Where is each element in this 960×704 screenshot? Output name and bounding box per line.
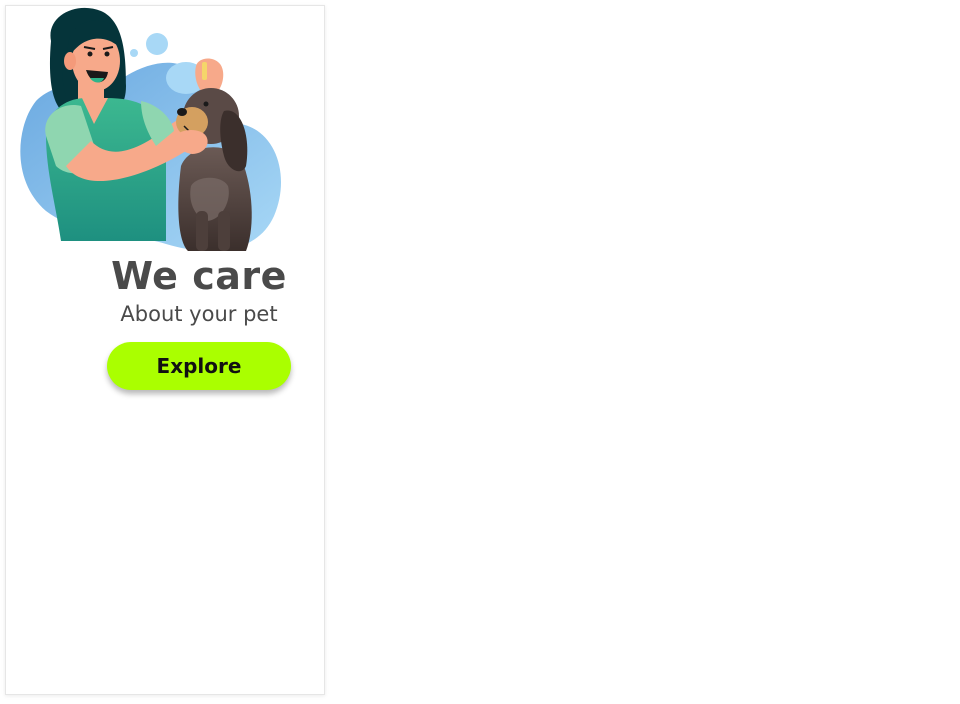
explore-button[interactable]: Explore xyxy=(107,342,291,390)
page-title: We care xyxy=(111,254,287,298)
page-subtitle: About your pet xyxy=(120,302,278,326)
woman-with-dog-illustration xyxy=(20,7,282,251)
mobile-screen: We care About your pet Explore xyxy=(5,5,325,695)
